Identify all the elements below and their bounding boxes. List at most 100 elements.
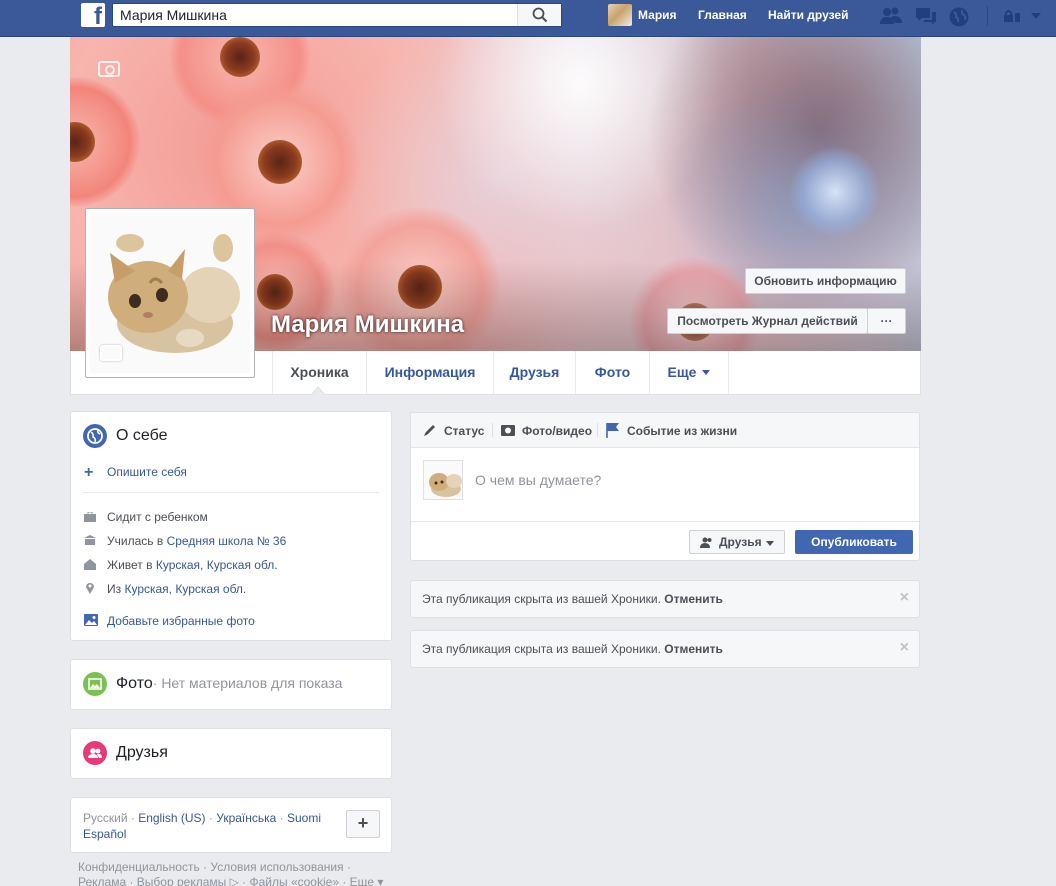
search-input[interactable]: [113, 4, 517, 26]
globe-icon: [83, 424, 107, 448]
photo-icon: [83, 672, 107, 696]
footer-line[interactable]: Реклама · Выбор рекламы ▷ · Файлы «cooki…: [78, 875, 398, 886]
profile-link-label: Мария: [638, 8, 677, 22]
hidden-post-notice: Эта публикация скрыта из вашей Хроники. …: [410, 630, 920, 668]
language-link[interactable]: Español: [83, 827, 126, 841]
photo-icon: [84, 614, 98, 626]
school-link[interactable]: Средняя школа № 36: [167, 534, 287, 548]
divider: [83, 492, 379, 493]
about-item-text: Училась в: [107, 534, 167, 548]
profile-link[interactable]: Мария: [608, 4, 677, 26]
tab-more[interactable]: Еще: [650, 351, 729, 394]
language-list: Русский · English (US) · Українська · Su…: [83, 811, 322, 841]
chevron-down-icon: [766, 541, 774, 546]
close-icon[interactable]: ×: [900, 589, 909, 607]
hidden-post-message: Эта публикация скрыта из вашей Хроники.: [422, 592, 661, 606]
friends-icon: [700, 537, 712, 548]
hidden-post-text: Эта публикация скрыта из вашей Хроники. …: [422, 592, 723, 606]
add-language-button[interactable]: +: [346, 810, 380, 838]
hidden-post-notice: Эта публикация скрыта из вашей Хроники. …: [410, 580, 920, 618]
cover-flower: [70, 77, 140, 207]
photos-card: Фото· Нет материалов для показа: [70, 659, 392, 710]
close-icon[interactable]: ×: [900, 639, 909, 657]
facebook-logo-icon[interactable]: f: [81, 3, 105, 27]
friends-title[interactable]: Друзья: [116, 744, 168, 762]
divider: [492, 423, 493, 437]
about-item-text: Из: [107, 582, 125, 596]
pencil-icon: [424, 425, 435, 436]
photos-title-label[interactable]: Фото: [116, 675, 153, 692]
photos-empty-text: · Нет материалов для показа: [152, 675, 343, 691]
school-icon: [84, 535, 96, 545]
chevron-down-icon[interactable]: [1031, 13, 1041, 19]
topbar-divider: [987, 6, 988, 26]
avatar: [608, 4, 632, 26]
avatar: [423, 460, 463, 500]
profile-picture[interactable]: [85, 208, 255, 378]
undo-hide-link[interactable]: Отменить: [664, 592, 723, 606]
profile-picture-image: [90, 213, 250, 373]
about-item-education: Училась в Средняя школа № 36: [107, 534, 286, 548]
about-item-current-city: Живет в Курская, Курская обл.: [107, 558, 278, 572]
friend-requests-icon[interactable]: [879, 6, 903, 26]
top-navigation-bar: f Мария Главная Найти друзей: [0, 0, 1056, 37]
more-options-button[interactable]: ···: [867, 308, 906, 334]
footer-links: Конфиденциальность · Условия использован…: [78, 860, 398, 886]
language-link[interactable]: Suomi: [287, 811, 321, 825]
about-item-hometown: Из Курская, Курская обл.: [107, 582, 246, 596]
hometown-link[interactable]: Курская, Курская обл.: [124, 582, 246, 596]
notifications-globe-icon[interactable]: [948, 6, 970, 28]
composer-tab-status[interactable]: Статус: [444, 424, 484, 438]
hidden-post-message: Эта публикация скрыта из вашей Хроники.: [422, 642, 661, 656]
post-composer: Статус Фото/видео Событие из жизни О чем…: [410, 412, 920, 561]
plus-icon: +: [84, 464, 94, 481]
about-card: О себе + Опишите себя Сидит с ребенком У…: [70, 411, 392, 641]
tab-friends[interactable]: Друзья: [494, 351, 576, 394]
composer-footer: Друзья Опубликовать: [411, 521, 919, 561]
divider: [597, 423, 598, 437]
briefcase-icon: [84, 512, 96, 522]
tab-about[interactable]: Информация: [367, 351, 494, 394]
composer-input[interactable]: О чем вы думаете?: [475, 472, 601, 488]
tab-more-label: Еще: [667, 364, 697, 380]
undo-hide-link[interactable]: Отменить: [664, 642, 723, 656]
home-icon: [84, 559, 96, 570]
friends-card: Друзья: [70, 728, 392, 779]
activity-log-button[interactable]: Посмотреть Журнал действий: [667, 308, 868, 334]
about-item-work: Сидит с ребенком: [107, 510, 208, 524]
update-info-button[interactable]: Обновить информацию: [745, 268, 906, 294]
photos-title: Фото· Нет материалов для показа: [116, 675, 342, 693]
search-box: [112, 3, 562, 27]
location-pin-icon: [86, 583, 94, 594]
find-friends-link[interactable]: Найти друзей: [768, 8, 848, 22]
language-link[interactable]: English (US): [138, 811, 205, 825]
language-link[interactable]: Українська: [216, 811, 276, 825]
composer-tab-life-event[interactable]: Событие из жизни: [627, 424, 737, 438]
audience-selector-button[interactable]: Друзья: [689, 530, 785, 554]
friends-icon: [83, 741, 107, 765]
publish-button[interactable]: Опубликовать: [795, 530, 913, 554]
messages-icon[interactable]: [914, 6, 938, 26]
composer-tabs: Статус Фото/видео Событие из жизни: [411, 413, 919, 448]
active-tab-indicator: [311, 386, 325, 395]
search-button[interactable]: [517, 4, 561, 26]
tab-photos[interactable]: Фото: [576, 351, 650, 394]
privacy-lock-icon[interactable]: [1003, 9, 1021, 23]
flag-icon: [606, 423, 619, 438]
about-item-text: Сидит с ребенком: [107, 510, 208, 524]
search-icon: [532, 7, 548, 23]
about-title: О себе: [116, 427, 168, 444]
camera-icon[interactable]: [100, 345, 122, 361]
add-featured-photos-link[interactable]: Добавьте избранные фото: [107, 614, 255, 628]
footer-line[interactable]: Конфиденциальность · Условия использован…: [78, 860, 398, 875]
camera-icon[interactable]: [98, 61, 120, 77]
home-link[interactable]: Главная: [698, 8, 747, 22]
language-current: Русский: [83, 811, 128, 825]
camera-icon: [501, 425, 515, 436]
current-city-link[interactable]: Курская, Курская обл.: [156, 558, 278, 572]
about-item-text: Живет в: [107, 558, 156, 572]
language-card: Русский · English (US) · Українська · Su…: [70, 797, 392, 853]
composer-tab-photo-video[interactable]: Фото/видео: [522, 424, 592, 438]
describe-yourself-link[interactable]: Опишите себя: [107, 465, 187, 479]
profile-name[interactable]: Мария Мишкина: [271, 311, 464, 339]
